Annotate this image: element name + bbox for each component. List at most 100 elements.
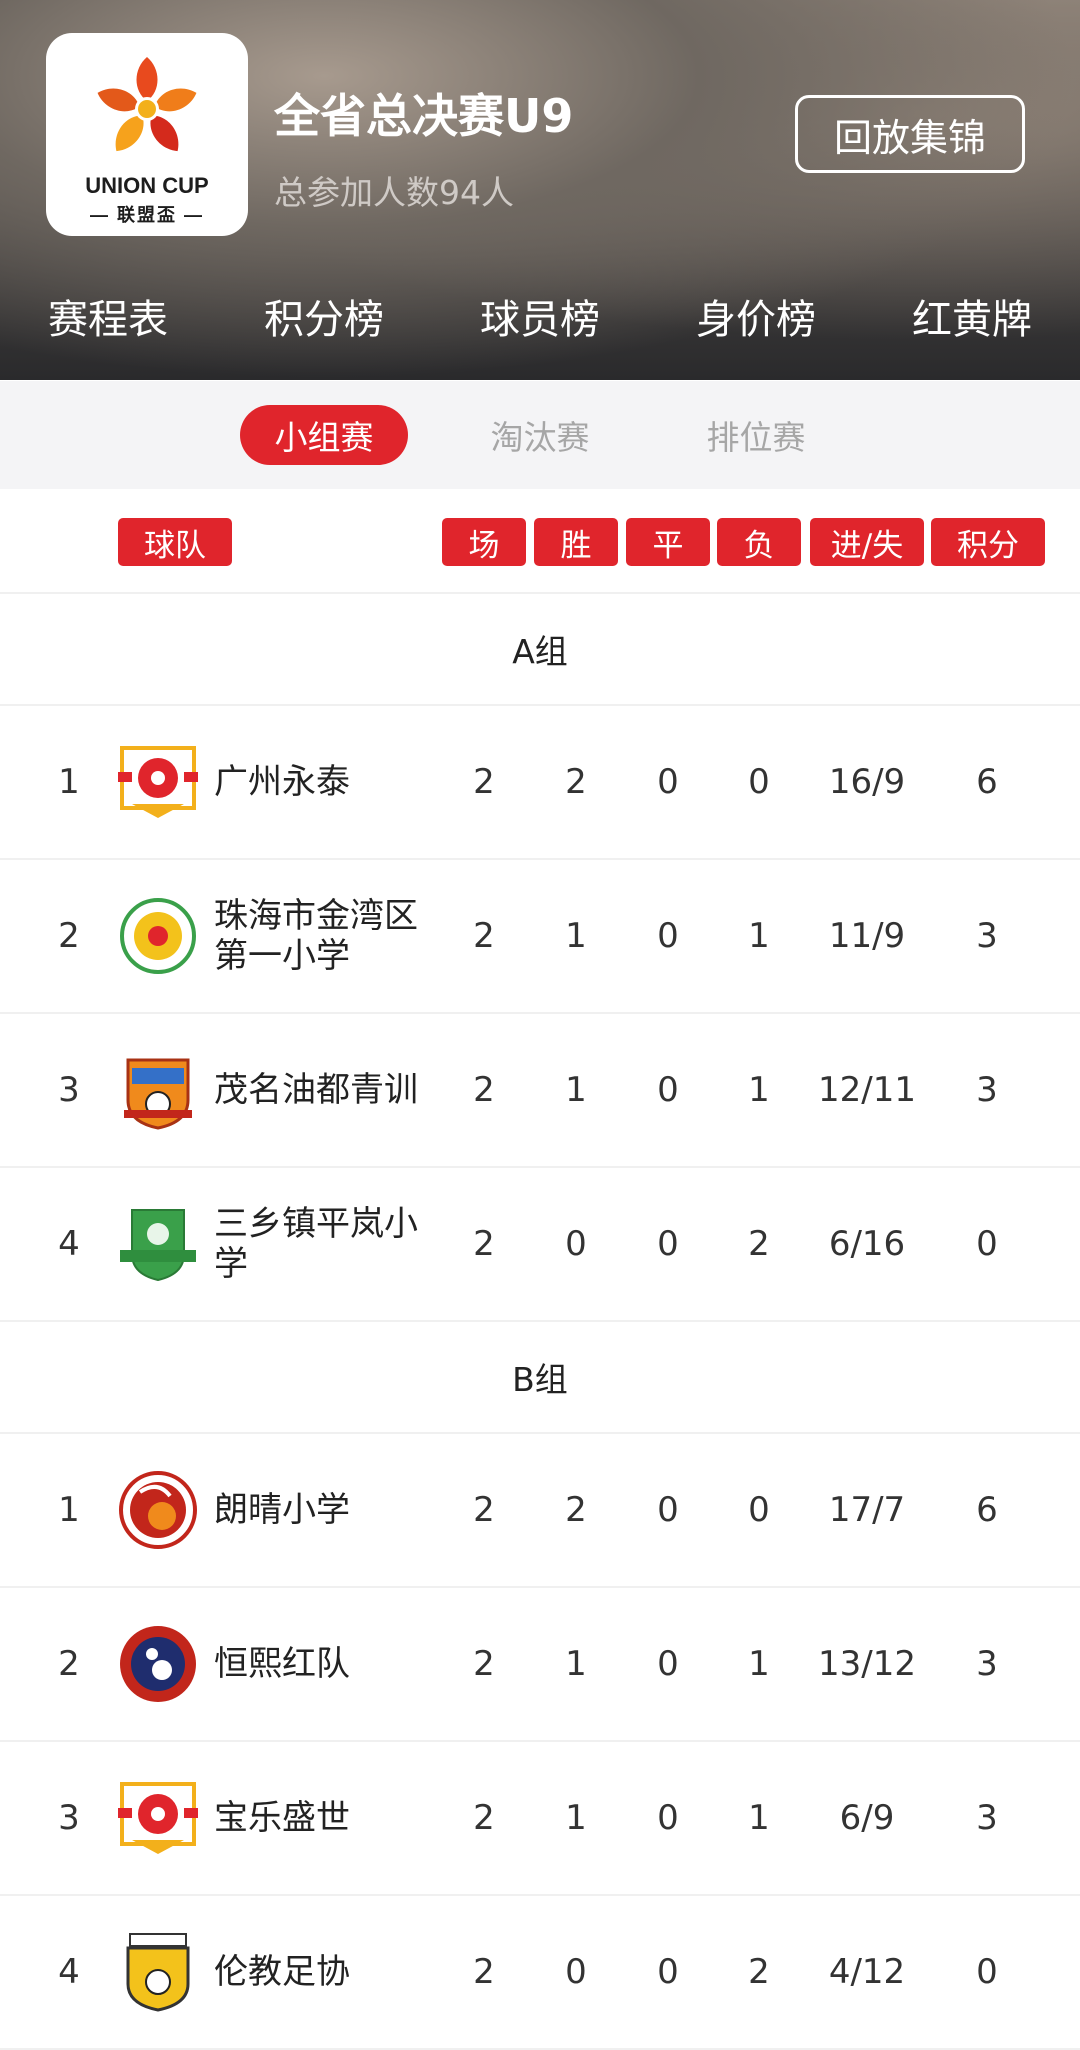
stage-subtabs: 小组赛 淘汰赛 排位赛 — [0, 381, 1080, 489]
points: 6 — [976, 762, 998, 802]
lunjiao-fa-crest-logo-icon — [126, 1933, 190, 2012]
draws: 0 — [657, 1224, 679, 1264]
losses: 0 — [748, 1490, 770, 1530]
table-row[interactable]: 2 恒熙红队 2 1 0 1 13/12 3 — [0, 1588, 1080, 1742]
table-row[interactable]: 2 珠海市金湾区第一小学 2 1 0 1 11/9 3 — [0, 860, 1080, 1014]
team-name: 恒熙红队 — [214, 1644, 350, 1684]
green-school-badge-logo-icon — [120, 898, 196, 974]
team-name: 朗晴小学 — [214, 1490, 350, 1530]
draws: 0 — [657, 1070, 679, 1110]
goals: 12/11 — [818, 1070, 916, 1110]
subtab-group-stage[interactable]: 小组赛 — [240, 405, 408, 465]
column-header-goals: 进/失 — [810, 518, 924, 566]
played: 2 — [473, 1952, 495, 1992]
tab-market-value[interactable]: 身价榜 — [648, 290, 864, 370]
goals: 16/9 — [828, 762, 906, 802]
wins: 2 — [565, 1490, 587, 1530]
wins: 1 — [565, 916, 587, 956]
column-header-points: 积分 — [931, 518, 1045, 566]
wins: 0 — [565, 1224, 587, 1264]
tab-standings[interactable]: 积分榜 — [216, 290, 432, 370]
team-name: 广州永泰 — [214, 762, 350, 802]
goals: 6/9 — [839, 1798, 895, 1838]
losses: 1 — [748, 1798, 770, 1838]
table-row[interactable]: 4 伦教足协 2 0 0 2 4/12 0 — [0, 1896, 1080, 2050]
column-header-team: 球队 — [118, 518, 232, 566]
union-cup-flower-icon — [97, 57, 197, 152]
rank: 3 — [58, 1070, 80, 1110]
losses: 1 — [748, 1644, 770, 1684]
logo-english-text: UNION CUP — [85, 173, 209, 198]
losses: 1 — [748, 916, 770, 956]
header: UNION CUP — 联盟盃 — 全省总决赛U9 总参加人数94人 回放集锦 … — [0, 0, 1080, 380]
standings-column-headers: 球队 场 胜 平 负 进/失 积分 — [0, 492, 1080, 594]
draws: 0 — [657, 1490, 679, 1530]
participant-count: 总参加人数94人 — [274, 173, 514, 212]
wins: 1 — [565, 1644, 587, 1684]
logo-chinese-text: — 联盟盃 — — [89, 205, 204, 225]
points: 6 — [976, 1490, 998, 1530]
played: 2 — [473, 1490, 495, 1530]
green-shield-badge-logo-icon — [120, 1209, 196, 1282]
team-name: 三乡镇平岚小学 — [214, 1204, 418, 1284]
points: 3 — [976, 1798, 998, 1838]
rank: 4 — [58, 1224, 80, 1264]
group-header-a: A组 — [0, 594, 1080, 706]
draws: 0 — [657, 1798, 679, 1838]
losses: 2 — [748, 1952, 770, 1992]
played: 2 — [473, 916, 495, 956]
column-header-win: 胜 — [534, 518, 618, 566]
column-header-draw: 平 — [626, 518, 710, 566]
table-row[interactable]: 4 三乡镇平岚小学 2 0 0 2 6/16 0 — [0, 1168, 1080, 1322]
draws: 0 — [657, 916, 679, 956]
red-circle-badge-logo-icon — [119, 1471, 197, 1549]
points: 3 — [976, 1644, 998, 1684]
points: 0 — [976, 1224, 998, 1264]
goals: 6/16 — [828, 1224, 906, 1264]
table-row[interactable]: 3 宝乐盛世 2 1 0 1 6/9 3 — [0, 1742, 1080, 1896]
rank: 4 — [58, 1952, 80, 1992]
team-name: 伦教足协 — [214, 1952, 350, 1992]
points: 0 — [976, 1952, 998, 1992]
team-name: 茂名油都青训 — [214, 1070, 418, 1110]
played: 2 — [473, 1798, 495, 1838]
rank: 2 — [58, 1644, 80, 1684]
rank: 3 — [58, 1798, 80, 1838]
subtab-placement[interactable]: 排位赛 — [672, 405, 840, 465]
played: 2 — [473, 1224, 495, 1264]
goals: 17/7 — [828, 1490, 906, 1530]
subtab-knockout[interactable]: 淘汰赛 — [456, 405, 624, 465]
draws: 0 — [657, 762, 679, 802]
played: 2 — [473, 762, 495, 802]
league-logo: UNION CUP — 联盟盃 — — [46, 33, 248, 236]
goals: 11/9 — [828, 916, 906, 956]
goals: 13/12 — [818, 1644, 916, 1684]
rank: 1 — [58, 762, 80, 802]
tab-schedule[interactable]: 赛程表 — [0, 290, 216, 370]
oil-city-crest-logo-icon — [124, 1058, 192, 1130]
rank: 1 — [58, 1490, 80, 1530]
table-row[interactable]: 1 广州永泰 2 2 0 0 16/9 6 — [0, 706, 1080, 860]
points: 3 — [976, 1070, 998, 1110]
union-cup-flower-logo-icon — [118, 746, 198, 818]
wins: 1 — [565, 1798, 587, 1838]
played: 2 — [473, 1644, 495, 1684]
goals: 4/12 — [828, 1952, 906, 1992]
draws: 0 — [657, 1952, 679, 1992]
losses: 0 — [748, 762, 770, 802]
tab-cards[interactable]: 红黄牌 — [864, 290, 1080, 370]
column-header-loss: 负 — [717, 518, 801, 566]
table-row[interactable]: 1 朗晴小学 2 2 0 0 17/7 6 — [0, 1434, 1080, 1588]
replay-highlights-button[interactable]: 回放集锦 — [795, 95, 1025, 173]
tab-players[interactable]: 球员榜 — [432, 290, 648, 370]
main-tabs: 赛程表 积分榜 球员榜 身价榜 红黄牌 — [0, 290, 1080, 370]
table-row[interactable]: 3 茂名油都青训 2 1 0 1 12/11 3 — [0, 1014, 1080, 1168]
rank: 2 — [58, 916, 80, 956]
hengxi-football-badge-logo-icon — [120, 1626, 196, 1702]
losses: 2 — [748, 1224, 770, 1264]
wins: 1 — [565, 1070, 587, 1110]
wins: 2 — [565, 762, 587, 802]
team-name: 珠海市金湾区第一小学 — [214, 896, 418, 976]
union-cup-flower-logo-icon — [118, 1782, 198, 1854]
column-header-played: 场 — [442, 518, 526, 566]
